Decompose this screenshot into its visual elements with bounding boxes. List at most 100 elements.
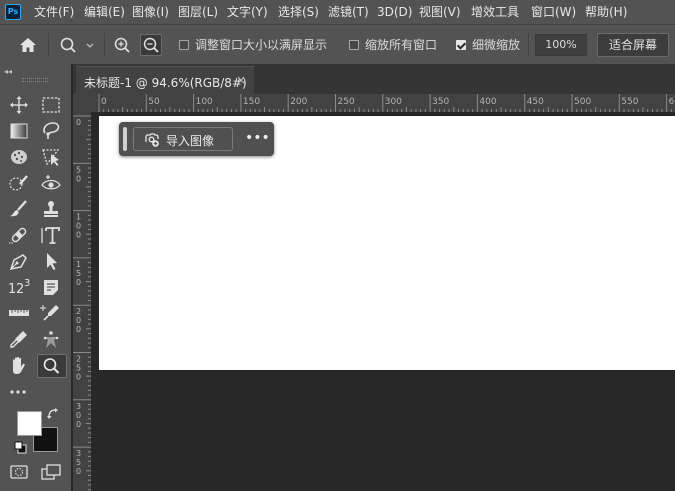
quick-mask-icon[interactable] [6,461,32,483]
ruler-label: 550 [621,97,638,107]
ruler-label: 200 [290,97,307,107]
menu-file[interactable]: 文件(F) [34,0,74,24]
zoom-all-windows-label: 缩放所有窗口 [365,38,438,52]
ruler-label: 150 [243,97,260,107]
import-image-label: 导入图像 [166,134,215,148]
screen-mode-icon[interactable] [38,461,64,483]
horizontal-ruler-ticks: 0 50 100 150 200 250 300 350 400 450 500 550 600 [98,94,675,112]
menu-view[interactable]: 视图(V) [419,0,461,24]
panel-grip[interactable] [22,78,48,82]
ruler-label: 0 [76,278,81,287]
menu-image[interactable]: 图像(I) [132,0,169,24]
ruler-label: 0 [76,373,81,382]
svg-text:3: 3 [24,278,30,289]
ruler-label: 0 [76,222,81,231]
ruler-label: 5 [76,364,81,373]
ruler-label: 100 [196,97,213,107]
type-tool-icon[interactable] [38,224,64,246]
healing-brush-icon[interactable] [6,224,32,246]
gradient-tool-icon[interactable] [6,120,32,142]
red-eye-tool-icon[interactable] [38,172,64,194]
zoom-all-windows-checkbox[interactable] [349,40,359,50]
swap-colors-icon[interactable] [46,407,60,421]
menu-layer[interactable]: 图层(L) [178,0,218,24]
ruler-label: 600 [669,97,675,107]
task-bar-grip[interactable] [123,127,127,151]
ruler-label: 500 [574,97,591,107]
brush-tool-icon[interactable] [6,198,32,220]
ruler-label: 250 [338,97,355,107]
close-icon[interactable]: × [236,73,246,87]
zoom-tool-icon[interactable] [37,354,67,378]
rectangular-marquee-icon[interactable] [38,94,64,116]
horizontal-ruler[interactable]: 0 50 100 150 200 250 300 350 400 450 500 550 600 [91,94,675,112]
zoom-in-icon[interactable] [111,34,133,56]
ruler-origin[interactable] [73,94,91,112]
ruler-label: 450 [527,97,544,107]
hand-tool-icon[interactable] [6,354,32,376]
ruler-label: 5 [76,165,81,174]
ruler-label: 5 [76,269,81,278]
zoom-out-icon[interactable] [140,34,162,56]
fit-screen-button[interactable]: 适合屏幕 [597,33,669,57]
document-tab-bar: 未标题-1 @ 94.6%(RGB/8#) × [73,64,675,94]
quick-selection-icon[interactable] [6,172,32,194]
menu-window[interactable]: 窗口(W) [531,0,576,24]
ruler-label: 50 [148,97,160,107]
menu-edit[interactable]: 编辑(E) [84,0,125,24]
zoom-percent-field[interactable]: 100% [535,34,587,56]
ruler-label: 3 [76,402,81,411]
scrubby-zoom-label: 细微缩放 [472,38,521,52]
resize-windows-label: 调整窗口大小以满屏显示 [195,38,328,52]
note-tool-icon[interactable] [38,276,64,298]
menu-bar: Ps 文件(F) 编辑(E) 图像(I) 图层(L) 文字(Y) 选择(S) 滤… [0,0,675,24]
eyedropper-icon[interactable] [6,328,32,350]
lasso-tool-icon[interactable] [38,120,64,142]
ruler-label: 5 [76,458,81,467]
ruler-tool-icon[interactable] [6,302,32,324]
document-tab-title: 未标题-1 @ 94.6%(RGB/8#) [84,76,247,90]
document-tab[interactable]: 未标题-1 @ 94.6%(RGB/8#) × [76,66,254,94]
more-options-button[interactable]: ••• [245,127,270,151]
path-selection-icon[interactable] [38,250,64,272]
ruler-label: 0 [76,118,81,127]
ruler-label: 0 [76,174,81,183]
count-tool-icon[interactable]: 123 [6,276,32,298]
import-image-icon [144,132,160,152]
object-selection-icon[interactable] [38,146,64,168]
menu-3d[interactable]: 3D(D) [377,0,412,24]
collapse-panel-icon[interactable]: ◂◂ [4,67,12,76]
clone-stamp-icon[interactable] [38,198,64,220]
default-colors-icon[interactable] [14,441,28,455]
ruler-label: 0 [76,231,81,240]
puppet-warp-icon[interactable] [38,328,64,350]
more-tools-icon[interactable] [6,381,32,403]
ruler-label: 0 [76,420,81,429]
ruler-label: 2 [76,307,81,316]
ruler-label: 0 [101,97,107,107]
menu-type[interactable]: 文字(Y) [227,0,268,24]
move-tool-icon[interactable] [6,94,32,116]
menu-filter[interactable]: 滤镜(T) [328,0,369,24]
resize-windows-checkbox[interactable] [179,40,189,50]
ruler-label: 0 [76,467,81,476]
vertical-ruler-ticks: 050100150200250300350 [73,115,91,491]
menu-plugins[interactable]: 增效工具 [471,0,519,24]
options-divider [48,33,49,57]
tools-panel: ◂◂ 123 [0,64,73,491]
ruler-label: 1 [76,213,81,222]
color-sampler-icon[interactable] [38,302,64,324]
tool-preset-picker[interactable] [58,34,98,56]
ruler-label: 300 [385,97,402,107]
menu-select[interactable]: 选择(S) [278,0,319,24]
sponge-tool-icon[interactable] [6,146,32,168]
menu-help[interactable]: 帮助(H) [585,0,627,24]
scrubby-zoom-checkbox[interactable] [456,40,466,50]
home-icon[interactable] [17,34,39,56]
import-image-button[interactable]: 导入图像 [133,127,233,151]
foreground-color-swatch[interactable] [17,411,42,436]
photoshop-logo: Ps [5,4,21,20]
vertical-ruler[interactable]: 050100150200250300350 [73,112,91,491]
pen-tool-icon[interactable] [6,250,32,272]
ruler-label: 0 [76,325,81,334]
